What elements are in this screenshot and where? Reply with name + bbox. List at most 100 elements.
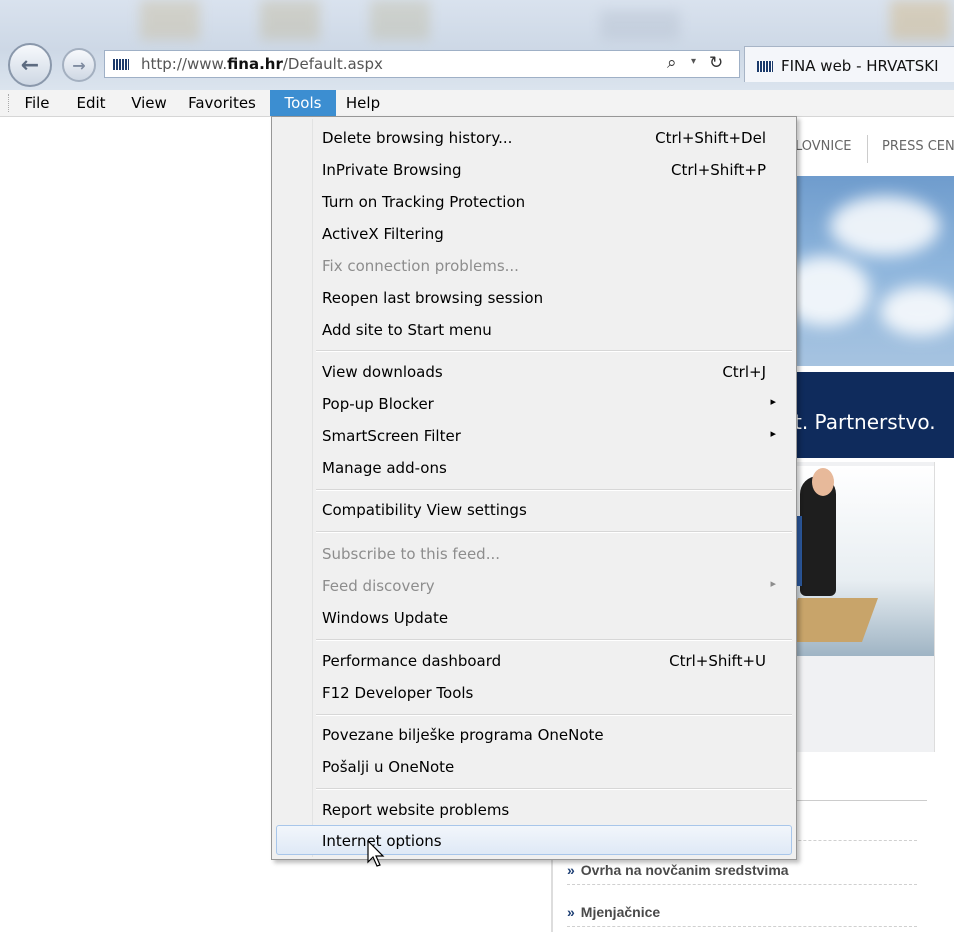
menu-item-label: ActiveX Filtering	[322, 225, 444, 243]
menu-view[interactable]: View	[122, 90, 176, 116]
submenu-arrow-icon: ▸	[770, 427, 776, 440]
forward-button[interactable]: →	[62, 48, 96, 82]
browser-tab[interactable]: FINA web - HRVATSKI	[744, 46, 954, 82]
menu-edit[interactable]: Edit	[69, 90, 113, 116]
promo-panel	[790, 462, 935, 752]
menu-item-label: Subscribe to this feed...	[322, 545, 500, 563]
url-prefix: http://www.	[141, 55, 228, 73]
submenu-arrow-icon: ▸	[770, 395, 776, 408]
menu-tools[interactable]: Tools	[270, 90, 336, 116]
menu-item-reopen-last-session[interactable]: Reopen last browsing session	[274, 283, 794, 313]
back-arrow-icon: ←	[20, 52, 40, 78]
desk-shape	[790, 598, 879, 642]
chevron-icon: »	[567, 904, 575, 920]
site-nav-item-press[interactable]: PRESS CEN	[882, 139, 954, 154]
browser-toolbar: ← → http://www.fina.hr/Default.aspx ⌕ ▾ …	[0, 0, 954, 90]
menu-help[interactable]: Help	[338, 90, 388, 116]
menu-item-label: Pop-up Blocker	[322, 395, 434, 413]
menu-separator	[316, 639, 792, 641]
menu-item-tracking-protection[interactable]: Turn on Tracking Protection	[274, 187, 794, 217]
menu-item-compatibility-view[interactable]: Compatibility View settings	[274, 495, 794, 525]
menu-separator	[316, 350, 792, 352]
background-decoration	[370, 0, 430, 40]
menu-separator	[316, 788, 792, 790]
cloud	[880, 286, 954, 336]
chevron-icon: »	[567, 862, 575, 878]
menu-item-activex-filtering[interactable]: ActiveX Filtering	[274, 219, 794, 249]
menu-item-report-website-problems[interactable]: Report website problems	[274, 795, 794, 825]
link-text: Mjenjačnice	[580, 904, 661, 920]
menu-item-shortcut: Ctrl+Shift+P	[671, 161, 766, 179]
menu-item-smartscreen-filter[interactable]: SmartScreen Filter ▸	[274, 421, 794, 451]
site-favicon-icon	[113, 59, 129, 70]
tab-favicon-icon	[757, 61, 773, 72]
url-suffix: /Default.aspx	[282, 55, 383, 73]
menu-item-label: F12 Developer Tools	[322, 684, 474, 702]
menu-item-f12-developer-tools[interactable]: F12 Developer Tools	[274, 678, 794, 708]
menu-separator	[316, 531, 792, 533]
menu-separator	[316, 714, 792, 716]
menu-bar-grip	[8, 94, 11, 112]
menu-separator	[316, 489, 792, 491]
menu-item-label: SmartScreen Filter	[322, 427, 461, 445]
menu-item-send-to-onenote[interactable]: Pošalji u OneNote	[274, 752, 794, 782]
menu-item-add-site-to-start[interactable]: Add site to Start menu	[274, 315, 794, 345]
menu-item-label: InPrivate Browsing	[322, 161, 462, 179]
slogan-text: t. Partnerstvo.	[794, 410, 936, 434]
menu-item-subscribe-feed: Subscribe to this feed...	[274, 539, 794, 569]
url-domain: fina.hr	[227, 55, 283, 73]
menu-item-onenote-linked-notes[interactable]: Povezane bilješke programa OneNote	[274, 720, 794, 750]
url-text[interactable]: http://www.fina.hr/Default.aspx	[141, 55, 383, 73]
refresh-icon[interactable]: ↻	[709, 53, 723, 73]
menu-item-fix-connection-problems: Fix connection problems...	[274, 251, 794, 281]
menu-item-feed-discovery: Feed discovery ▸	[274, 571, 794, 601]
search-icon[interactable]: ⌕	[667, 53, 677, 73]
back-button[interactable]: ←	[8, 43, 52, 87]
slogan-banner: t. Partnerstvo.	[790, 372, 954, 458]
menu-item-label: Report website problems	[322, 801, 510, 819]
address-bar[interactable]: http://www.fina.hr/Default.aspx ⌕ ▾ ↻	[104, 50, 740, 78]
menu-item-manage-addons[interactable]: Manage add-ons	[274, 453, 794, 483]
background-decoration	[600, 10, 680, 40]
menu-item-shortcut: Ctrl+J	[722, 363, 766, 381]
menu-item-label: Feed discovery	[322, 577, 435, 595]
menu-item-label: Turn on Tracking Protection	[322, 193, 526, 211]
menu-item-shortcut: Ctrl+Shift+Del	[655, 129, 766, 147]
menu-item-label: Pošalji u OneNote	[322, 758, 455, 776]
menu-item-label: Povezane bilješke programa OneNote	[322, 726, 604, 744]
menu-item-shortcut: Ctrl+Shift+U	[669, 652, 766, 670]
menu-bar: File Edit View Favorites Tools Help	[0, 90, 954, 117]
tab-title: FINA web - HRVATSKI	[781, 57, 939, 75]
sky-banner-image	[790, 176, 954, 366]
site-navigation: LOVNICE PRESS CEN	[790, 131, 954, 163]
menu-item-inprivate-browsing[interactable]: InPrivate Browsing Ctrl+Shift+P	[274, 155, 794, 185]
menu-item-label: Manage add-ons	[322, 459, 447, 477]
menu-item-label: Delete browsing history...	[322, 129, 513, 147]
menu-item-label: Add site to Start menu	[322, 321, 492, 339]
link-text: Ovrha na novčanim sredstvima	[580, 862, 789, 878]
face-shape	[812, 468, 834, 496]
nav-divider	[867, 135, 868, 163]
menu-item-label: View downloads	[322, 363, 443, 381]
menu-item-popup-blocker[interactable]: Pop-up Blocker ▸	[274, 389, 794, 419]
menu-item-delete-browsing-history[interactable]: Delete browsing history... Ctrl+Shift+De…	[274, 123, 794, 153]
menu-item-label: Windows Update	[322, 609, 449, 627]
menu-item-performance-dashboard[interactable]: Performance dashboard Ctrl+Shift+U	[274, 646, 794, 676]
menu-favorites[interactable]: Favorites	[182, 90, 262, 116]
background-decoration	[890, 0, 950, 40]
menu-item-view-downloads[interactable]: View downloads Ctrl+J	[274, 357, 794, 387]
dropdown-arrow-icon[interactable]: ▾	[691, 56, 696, 67]
list-item[interactable]: » Mjenjačnice	[567, 904, 917, 927]
menu-file[interactable]: File	[16, 90, 58, 116]
menu-item-label: Compatibility View settings	[322, 501, 527, 519]
menu-item-label: Reopen last browsing session	[322, 289, 544, 307]
site-nav-item[interactable]: LOVNICE	[795, 139, 852, 154]
background-decoration	[260, 0, 320, 40]
mouse-pointer-icon	[367, 840, 385, 867]
menu-item-windows-update[interactable]: Windows Update	[274, 603, 794, 633]
tools-dropdown-menu: Delete browsing history... Ctrl+Shift+De…	[271, 116, 797, 860]
list-item[interactable]: » Ovrha na novčanim sredstvima	[567, 862, 917, 885]
menu-item-internet-options[interactable]: Internet options	[276, 825, 792, 855]
promo-photo	[790, 466, 934, 656]
submenu-arrow-icon: ▸	[770, 577, 776, 590]
